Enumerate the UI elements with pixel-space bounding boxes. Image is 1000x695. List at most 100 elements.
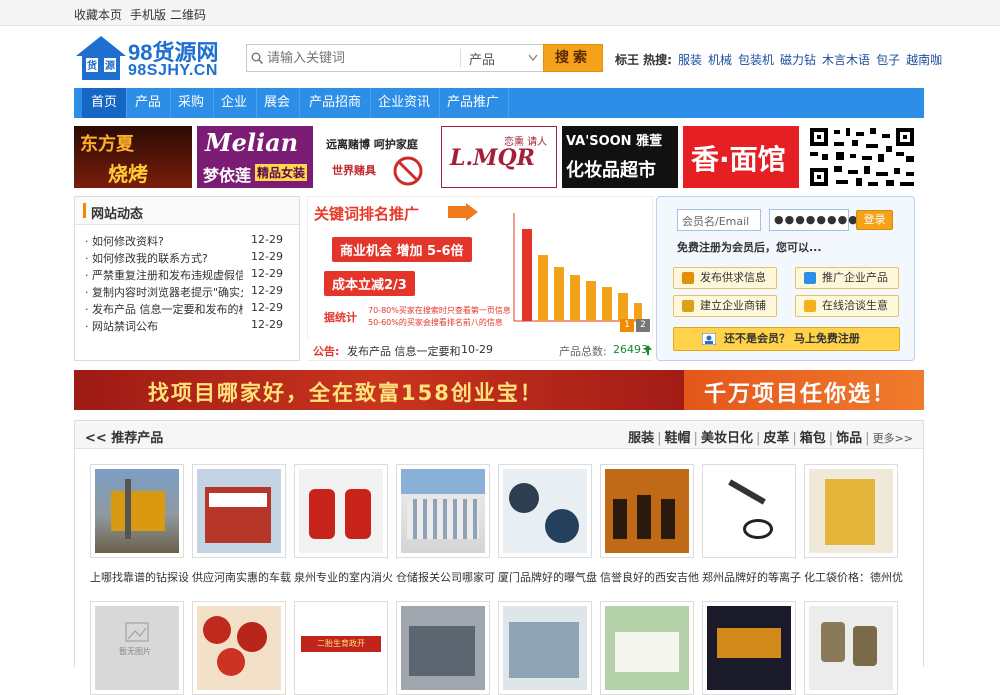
- chevron-down-icon: [528, 54, 538, 62]
- news-row[interactable]: · 如何修改我的联系方式? 12-29: [85, 250, 289, 267]
- nav-item-company[interactable]: 企业: [212, 88, 258, 118]
- nav-item-products[interactable]: 产品: [126, 88, 172, 118]
- notice-label: 公告:: [313, 345, 340, 358]
- product-caption[interactable]: 供应河南实惠的车载: [192, 569, 300, 585]
- username-field[interactable]: 会员名/Email: [677, 209, 761, 231]
- qrcode-link[interactable]: 二维码: [170, 6, 206, 23]
- product-card[interactable]: [192, 464, 286, 558]
- notice-text[interactable]: 发布产品 信息一定要和: [347, 343, 461, 359]
- product-caption[interactable]: 厦门品牌好的曝气盘: [498, 569, 606, 585]
- nav-item-news[interactable]: 企业资讯: [369, 88, 441, 118]
- hot-item[interactable]: 越南咖: [906, 53, 942, 67]
- category-link[interactable]: 鞋帽: [665, 431, 691, 446]
- build-shop-button[interactable]: 建立企业商铺: [673, 295, 777, 317]
- search-category-select[interactable]: 产品: [460, 49, 542, 68]
- product-card[interactable]: [702, 601, 796, 695]
- product-card[interactable]: [600, 464, 694, 558]
- shop-icon: [682, 300, 694, 312]
- news-row[interactable]: · 如何修改资料? 12-29: [85, 233, 289, 250]
- product-caption[interactable]: 上哪找靠谱的钻探设: [90, 569, 198, 585]
- banner-ad[interactable]: 找项目哪家好，全在致富158创业宝！ 千万项目任你选！: [74, 370, 924, 410]
- search-input[interactable]: [267, 49, 453, 67]
- product-caption[interactable]: 化工袋价格：德州优: [804, 569, 912, 585]
- news-row[interactable]: · 严禁重复注册和发布违规虚假信 12-29: [85, 267, 289, 284]
- main-nav: 首页 产品 采购 企业 展会 产品招商 企业资讯 产品推广: [74, 88, 924, 118]
- ad-vasoon[interactable]: VA'SOON 雅萱 化妆品超市: [562, 126, 678, 188]
- ad-noodle-title: 香·面馆: [691, 143, 786, 176]
- notice-bar: 公告: 发布产品 信息一定要和 10-29 产品总数: 26493: [307, 340, 653, 360]
- product-caption[interactable]: 郑州品牌好的等离子: [702, 569, 810, 585]
- category-link[interactable]: 皮革: [763, 431, 789, 446]
- product-card[interactable]: [192, 601, 286, 695]
- product-caption[interactable]: 泉州专业的室内消火: [294, 569, 402, 585]
- nav-item-purchase[interactable]: 采购: [169, 88, 215, 118]
- ad-noodle[interactable]: 香·面馆: [683, 126, 799, 188]
- ad-lmqr[interactable]: L.MQR 恋熏 请人: [441, 126, 557, 188]
- product-card[interactable]: [804, 601, 898, 695]
- category-link[interactable]: 饰品: [836, 431, 862, 446]
- product-card[interactable]: [498, 464, 592, 558]
- search-icon: [251, 52, 263, 64]
- news-row-date: 12-29: [251, 233, 283, 246]
- ad-vasoon-title: VA'SOON 雅萱: [566, 134, 663, 149]
- product-card[interactable]: 暂无图片: [90, 601, 184, 695]
- product-total-label: 产品总数:: [559, 345, 607, 358]
- product-caption[interactable]: 仓储报关公司哪家可: [396, 569, 504, 585]
- publish-icon: [682, 272, 694, 284]
- ad-bbq[interactable]: 东方夏 烧烤: [74, 126, 192, 188]
- ad-melian[interactable]: Melian 梦依莲 精品女装: [197, 126, 313, 188]
- product-card[interactable]: [804, 464, 898, 558]
- category-link[interactable]: 美妆日化: [701, 431, 753, 446]
- category-link[interactable]: 服装: [628, 431, 654, 446]
- mobile-link[interactable]: 手机版: [130, 6, 166, 23]
- category-link[interactable]: 箱包: [800, 431, 826, 446]
- promo-stat-2: 50-60%的买家会搜看排名前八的信息: [368, 318, 503, 327]
- nav-item-promotion[interactable]: 产品推广: [438, 88, 510, 118]
- product-caption[interactable]: 信誉良好的西安吉他: [600, 569, 708, 585]
- news-row[interactable]: · 发布产品 信息一定要和发布的栏 12-29: [85, 301, 289, 318]
- product-ad-text: 二胎生育政开: [301, 636, 381, 652]
- login-button[interactable]: 登录: [856, 210, 893, 230]
- bookmark-link[interactable]: 收藏本页: [74, 6, 122, 23]
- hot-item[interactable]: 服装: [678, 53, 702, 67]
- keyword-promo-slide[interactable]: 关键词排名推广 商业机会 增加 5-6倍 成本立减2/3 据统计 70-80%买…: [307, 196, 653, 361]
- product-card[interactable]: [396, 464, 490, 558]
- product-card[interactable]: [396, 601, 490, 695]
- nav-item-expo[interactable]: 展会: [255, 88, 301, 118]
- publish-info-button[interactable]: 发布供求信息: [673, 267, 777, 289]
- register-button[interactable]: 还不是会员？ 马上免费注册: [673, 327, 900, 351]
- product-card[interactable]: [600, 601, 694, 695]
- ad-lmqr-title: L.MQR: [450, 145, 535, 171]
- nav-item-home[interactable]: 首页: [82, 88, 128, 118]
- promote-products-button[interactable]: 推广企业产品: [795, 267, 899, 289]
- promo-page-1[interactable]: 1: [620, 319, 634, 332]
- product-card[interactable]: 二胎生育政开: [294, 601, 388, 695]
- product-card[interactable]: [90, 464, 184, 558]
- news-row-title: · 如何修改我的联系方式?: [85, 252, 208, 265]
- product-card[interactable]: [498, 601, 592, 695]
- product-card[interactable]: [294, 464, 388, 558]
- hot-item[interactable]: 包装机: [738, 53, 774, 67]
- site-logo[interactable]: 货 源 98货源网 98SJHY.CN: [74, 34, 234, 82]
- password-field[interactable]: ●●●●●●●●: [769, 209, 858, 231]
- news-row[interactable]: · 复制内容时浏览器老提示"确实允 12-29: [85, 284, 289, 301]
- ad-melian-name: 梦依莲: [203, 166, 252, 185]
- promo-page-2[interactable]: 2: [636, 319, 650, 332]
- hot-item[interactable]: 磁力钻: [780, 53, 816, 67]
- hot-item[interactable]: 机械: [708, 53, 732, 67]
- recommended-products: << 推荐产品 服装 | 鞋帽 | 美妆日化 | 皮革 | 箱包 | 饰品 | 更多>> 上哪找靠谱的钻…: [74, 420, 924, 695]
- ad-bbq-sub: 烧烤: [108, 162, 148, 186]
- nav-item-investment[interactable]: 产品招商: [300, 88, 372, 118]
- news-row-title: · 发布产品 信息一定要和发布的栏: [85, 303, 243, 316]
- qr-code-icon: [806, 126, 918, 188]
- online-chat-button[interactable]: 在线洽谈生意: [795, 295, 899, 317]
- promo-stat-1: 70-80%买家在搜索时只查看第一页信息: [368, 306, 511, 315]
- hot-item[interactable]: 包子: [876, 53, 900, 67]
- hot-item[interactable]: 木言木语: [822, 53, 870, 67]
- product-card[interactable]: [702, 464, 796, 558]
- more-link[interactable]: 更多>>: [873, 432, 913, 445]
- ad-anti-gambling[interactable]: 远离赌博 呵护家庭 世界赌具: [318, 126, 436, 188]
- ad-qrcode[interactable]: [806, 126, 918, 188]
- search-button[interactable]: 搜索: [543, 44, 603, 72]
- news-row[interactable]: · 网站禁词公布 12-29: [85, 318, 289, 335]
